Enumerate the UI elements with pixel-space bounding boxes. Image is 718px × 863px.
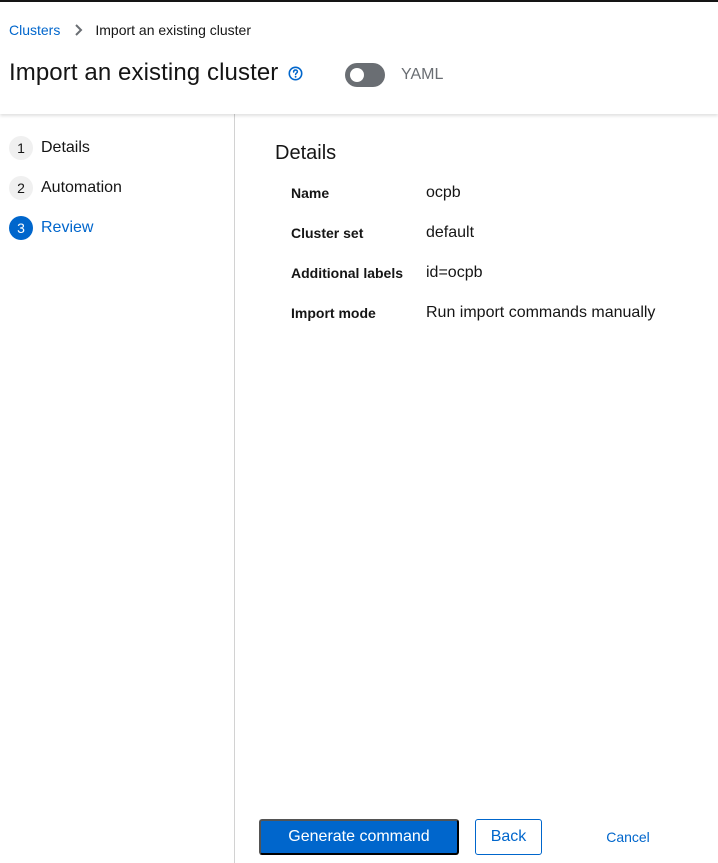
step-number: 3 [9,216,33,240]
breadcrumb-current: Import an existing cluster [95,22,251,38]
chevron-right-icon [73,23,83,37]
wizard-nav: 1 Details 2 Automation 3 Review [0,114,235,863]
breadcrumb-clusters-link[interactable]: Clusters [9,22,60,38]
section-title: Details [275,142,337,164]
step-label: Review [41,219,94,236]
detail-row-additional-labels: Additional labels id=ocpb [291,264,483,282]
detail-value: default [426,224,475,241]
wizard-step-review[interactable]: 3 Review [9,216,93,240]
step-number: 1 [9,136,33,160]
step-label: Automation [41,179,122,196]
wizard-step-automation[interactable]: 2 Automation [9,176,122,200]
cancel-button[interactable]: Cancel [594,819,662,855]
step-label: Details [41,139,90,156]
yaml-toggle-label: YAML [401,66,444,83]
detail-value: ocpb [426,184,461,201]
page-title: Import an existing cluster [9,59,279,86]
review-panel: Details Name ocpb Cluster set default Ad… [236,114,718,863]
detail-term: Import mode [291,305,376,321]
detail-row-import-mode: Import mode Run import commands manually [291,304,655,322]
generate-command-button[interactable]: Generate command [259,819,459,855]
detail-value: Run import commands manually [426,304,656,321]
detail-value: id=ocpb [426,264,483,281]
detail-term: Name [291,185,330,201]
breadcrumb: Clusters Import an existing cluster [9,22,251,38]
step-number: 2 [9,176,33,200]
title-row: Import an existing cluster [9,59,303,87]
detail-row-cluster-set: Cluster set default [291,224,474,242]
page-header: Clusters Import an existing cluster Impo… [0,2,718,114]
back-button[interactable]: Back [475,819,542,855]
wizard-step-details[interactable]: 1 Details [9,136,90,160]
detail-term: Additional labels [291,265,404,281]
help-circle-icon[interactable] [288,66,303,81]
detail-term: Cluster set [291,225,364,241]
toggle-knob [350,68,364,82]
detail-row-name: Name ocpb [291,184,461,202]
yaml-toggle[interactable] [345,63,385,87]
